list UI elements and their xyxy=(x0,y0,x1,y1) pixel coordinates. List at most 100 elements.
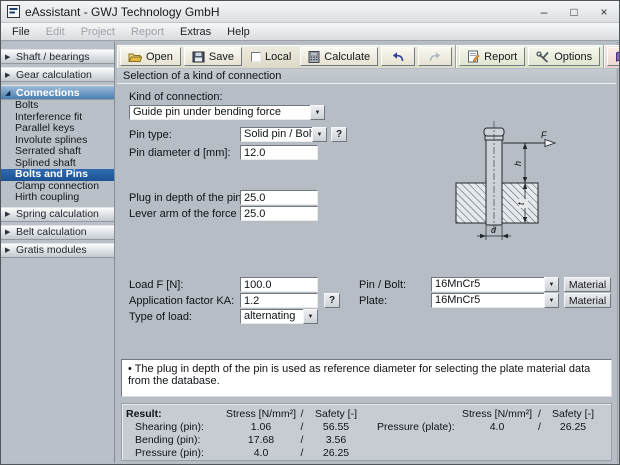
sidebar-section-connections[interactable]: ◢ Connections xyxy=(1,85,114,100)
options-button[interactable]: Options xyxy=(528,47,601,66)
sidebar-item-serrated-shaft[interactable]: Serrated shaft xyxy=(1,145,114,158)
table-row: Pressure (plate): 4.0 / 26.25 xyxy=(377,420,599,433)
undo-button[interactable] xyxy=(381,47,416,66)
save-button[interactable]: Save xyxy=(183,47,242,66)
form-area: Kind of connection: Guide pin under bend… xyxy=(116,85,617,463)
menu-project: Project xyxy=(80,25,115,38)
sidebar-section-label: Gear calculation xyxy=(16,68,92,81)
local-label: Local xyxy=(265,50,292,63)
chevron-down-icon[interactable]: ▼ xyxy=(544,277,559,292)
stress-header: Stress [N/mm²] xyxy=(462,407,532,420)
menu-edit: Edit xyxy=(45,25,65,38)
result-safety-value: 56.55 xyxy=(322,420,350,433)
menu-extras[interactable]: Extras xyxy=(172,26,219,38)
sidebar-section-belt-calculation[interactable]: ▶ Belt calculation xyxy=(1,224,114,240)
menu-bar: File Edit Project Report Extras Help xyxy=(1,23,619,41)
slash-separator: / xyxy=(300,433,304,446)
plug-depth-input[interactable] xyxy=(240,190,318,205)
calculate-button[interactable]: Calculate xyxy=(300,47,379,66)
menu-help[interactable]: Help xyxy=(219,26,258,38)
toolbar: Open Save Local Calculate Report Options xyxy=(117,45,619,68)
result-row-label: Shearing (pin): xyxy=(135,420,204,433)
diameter-dimension: d xyxy=(477,225,511,240)
collapsed-arrow-icon: ▶ xyxy=(5,247,11,254)
pin-bolt-material-select[interactable]: 16MnCr5 ▼ xyxy=(431,277,559,292)
pin-type-help-button[interactable]: ? xyxy=(331,127,347,142)
plate-material-label: Plate: xyxy=(359,295,388,307)
plate-material-select[interactable]: 16MnCr5 ▼ xyxy=(431,293,559,308)
sidebar-section-gratis-modules[interactable]: ▶ Gratis modules xyxy=(1,242,114,258)
sidebar-section-label: Shaft / bearings xyxy=(16,50,90,63)
plate-results-table: Stress [N/mm²] / Safety [-] Pressure (pl… xyxy=(377,407,599,433)
results-panel: Result: Stress [N/mm²] / Safety [-] Shea… xyxy=(121,403,612,461)
sidebar-section-label: Connections xyxy=(16,86,80,99)
pin-results-table: Result: Stress [N/mm²] / Safety [-] Shea… xyxy=(126,407,364,459)
report-button[interactable]: Report xyxy=(459,47,526,66)
options-label: Options xyxy=(554,50,593,63)
minimize-button[interactable]: – xyxy=(529,1,559,22)
pin-type-select[interactable]: Solid pin / Bolt ▼ xyxy=(240,127,327,142)
menu-file[interactable]: File xyxy=(4,26,38,38)
chevron-down-icon[interactable]: ▼ xyxy=(312,127,327,142)
local-checkbox-group: Local xyxy=(245,51,297,63)
open-button[interactable]: Open xyxy=(120,47,181,66)
safety-header: Safety [-] xyxy=(314,407,357,420)
collapsed-arrow-icon: ▶ xyxy=(5,53,11,61)
maximize-button[interactable]: □ xyxy=(559,1,589,22)
local-checkbox[interactable] xyxy=(251,51,261,62)
sidebar-section-shaft-bearings[interactable]: ▶ Shaft / bearings xyxy=(1,49,114,64)
tools-icon xyxy=(536,50,549,63)
pin-type-label: Pin type: xyxy=(129,129,172,141)
content-header: Selection of a kind of connection xyxy=(117,69,616,84)
sidebar-item-hirth-coupling[interactable]: Hirth coupling xyxy=(1,191,114,204)
diameter-dim-label: d xyxy=(491,225,497,235)
sidebar-section-spring-calculation[interactable]: ▶ Spring calculation xyxy=(1,206,114,222)
sidebar-item-bolts[interactable]: Bolts xyxy=(1,99,114,112)
sidebar-section-label: Gratis modules xyxy=(16,244,87,256)
application-factor-help-button[interactable]: ? xyxy=(324,293,340,308)
kind-of-connection-select[interactable]: Guide pin under bending force ▼ xyxy=(129,105,325,120)
stress-header: Stress [N/mm²] xyxy=(226,407,296,420)
expanded-arrow-icon: ◢ xyxy=(5,89,11,97)
plate-material-button[interactable]: Material xyxy=(564,293,611,308)
chevron-down-icon[interactable]: ▼ xyxy=(303,309,318,324)
sidebar-section-label: Spring calculation xyxy=(16,208,99,220)
sidebar: ▶ Shaft / bearings ▶ Gear calculation ◢ … xyxy=(1,42,115,463)
type-of-load-select[interactable]: alternating ▼ xyxy=(240,309,318,324)
pin-diagram: F h t d xyxy=(455,121,557,240)
undo-arrow-icon xyxy=(392,52,404,62)
pin-diameter-input[interactable] xyxy=(240,145,318,160)
sidebar-section-gear-calculation[interactable]: ▶ Gear calculation xyxy=(1,67,114,82)
report-document-icon xyxy=(468,50,480,63)
safety-header: Safety [-] xyxy=(551,407,594,420)
collapsed-arrow-icon: ▶ xyxy=(5,211,11,218)
pin-bolt-material-value: 16MnCr5 xyxy=(431,277,544,292)
pin-bolt-material-button[interactable]: Material xyxy=(564,277,611,292)
application-factor-label: Application factor KA: xyxy=(129,295,235,307)
load-input[interactable] xyxy=(240,277,318,292)
close-button[interactable]: × xyxy=(589,1,619,22)
result-row-label: Bending (pin): xyxy=(135,433,201,446)
app-window: eAssistant - GWJ Technology GmbH – □ × F… xyxy=(0,0,620,465)
application-factor-input[interactable] xyxy=(240,293,318,308)
results-title: Result: xyxy=(126,407,162,420)
slash-separator: / xyxy=(300,446,304,459)
lever-arm-input[interactable] xyxy=(240,206,318,221)
sidebar-section-label: Belt calculation xyxy=(16,226,87,238)
slash-separator: / xyxy=(300,420,304,433)
slash-separator: / xyxy=(538,420,541,433)
report-label: Report xyxy=(484,50,518,63)
main-panel: Open Save Local Calculate Report Options… xyxy=(116,42,619,463)
sidebar-item-parallel-keys[interactable]: Parallel keys xyxy=(1,122,114,135)
redo-arrow-icon xyxy=(429,52,441,62)
help-button[interactable]: Help xyxy=(607,47,619,66)
chevron-down-icon[interactable]: ▼ xyxy=(544,293,559,308)
sidebar-item-bolts-and-pins[interactable]: Bolts and Pins xyxy=(1,168,114,181)
type-of-load-label: Type of load: xyxy=(129,311,192,323)
chevron-down-icon[interactable]: ▼ xyxy=(310,105,325,120)
result-stress-value: 1.06 xyxy=(250,420,272,433)
pin-bolt-material-label: Pin / Bolt: xyxy=(359,279,407,291)
force-arrow: F xyxy=(503,130,557,148)
book-icon xyxy=(616,51,619,62)
table-row: Shearing (pin): 1.06 / 56.55 xyxy=(126,420,364,433)
